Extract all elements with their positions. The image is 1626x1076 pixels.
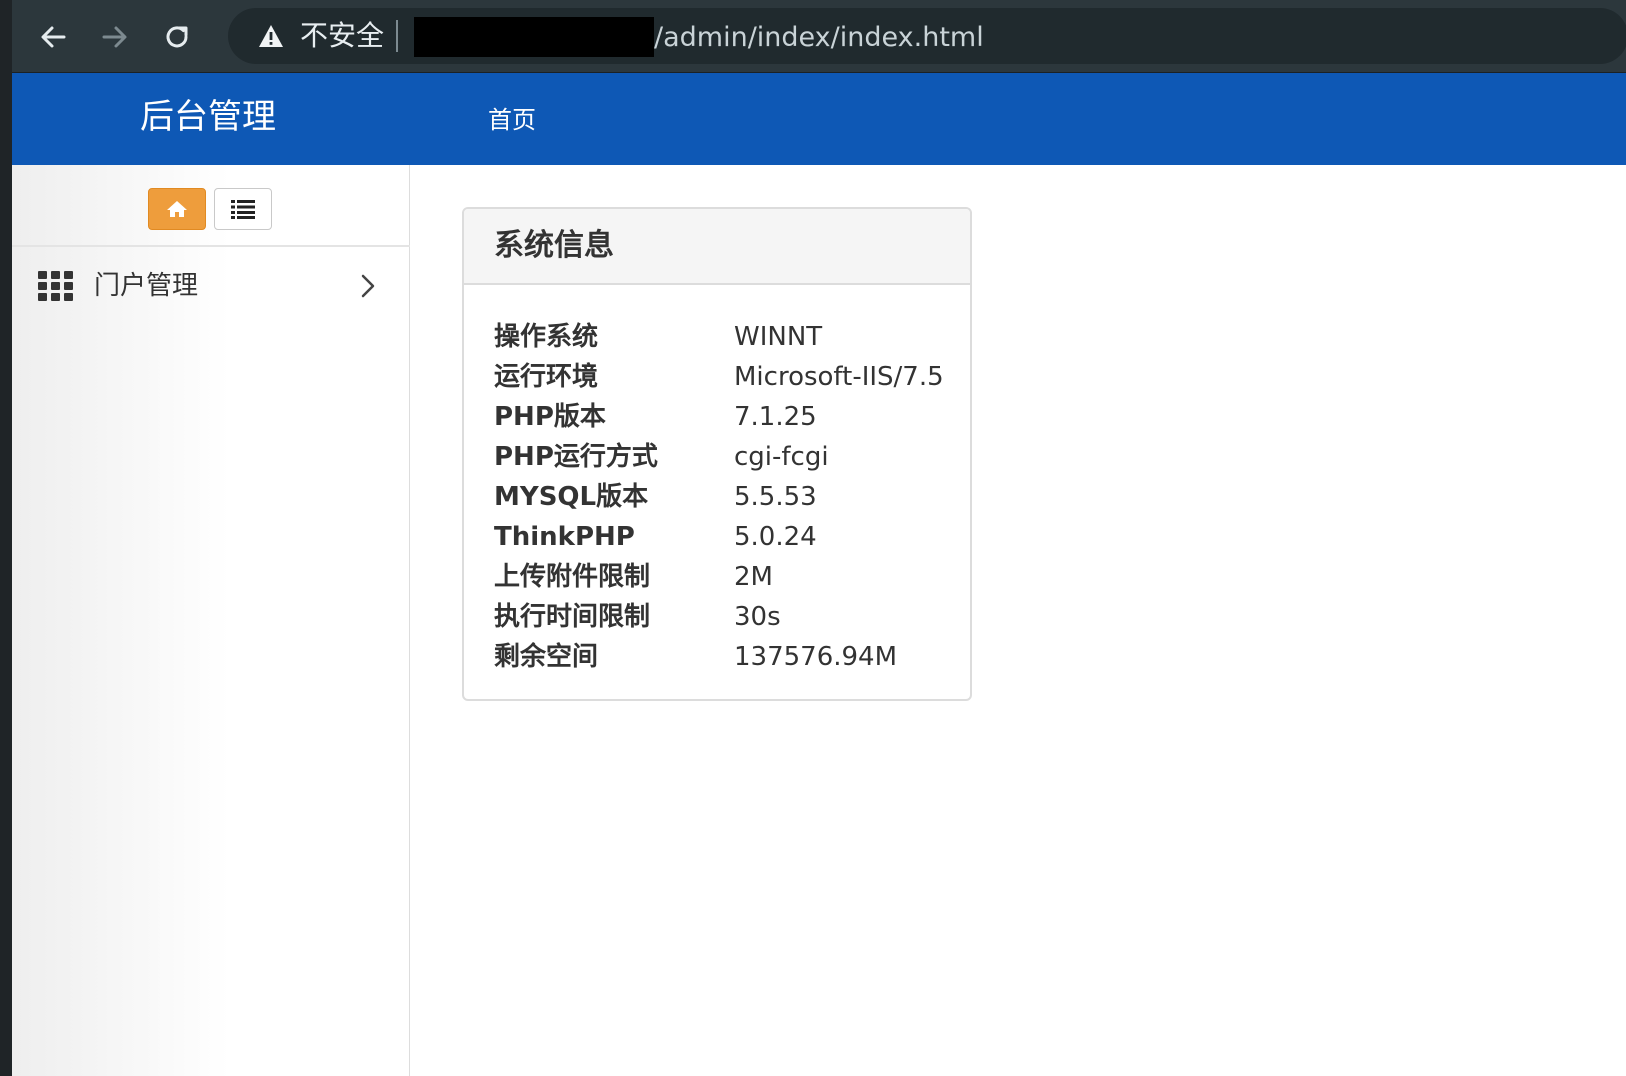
home-icon	[167, 201, 187, 217]
system-info-table: 操作系统 WINNT 运行环境 Microsoft-IIS/7.5 PHP版本 …	[494, 321, 954, 681]
info-row: 剩余空间 137576.94M	[494, 641, 954, 681]
info-row: 执行时间限制 30s	[494, 601, 954, 641]
info-value: 2M	[734, 562, 773, 592]
sidebar-item-label: 门户管理	[94, 271, 199, 301]
info-value: Microsoft-IIS/7.5	[734, 362, 944, 392]
info-label: 操作系统	[494, 322, 599, 352]
info-label: 剩余空间	[494, 642, 599, 672]
reload-icon	[166, 26, 188, 48]
arrow-left-icon	[41, 26, 66, 48]
arrow-right-icon	[102, 26, 127, 48]
list-button[interactable]	[214, 188, 272, 230]
info-label: PHP版本	[494, 402, 606, 432]
security-status-label[interactable]: 不安全	[300, 22, 384, 50]
panel-heading: 系统信息	[464, 209, 970, 285]
info-label: MYSQL版本	[494, 482, 649, 512]
sidebar-item-portal-management[interactable]: 门户管理	[12, 247, 410, 331]
info-value: 30s	[734, 602, 781, 632]
chevron-right-icon[interactable]	[360, 273, 376, 299]
browser-toolbar: 不安全 /admin/index/index.html	[12, 0, 1626, 73]
address-separator	[396, 20, 398, 52]
panel-title: 系统信息	[494, 228, 614, 263]
info-row: PHP版本 7.1.25	[494, 401, 954, 441]
info-label: 运行环境	[494, 362, 599, 392]
app-header: 后台管理 首页	[12, 73, 1626, 165]
top-nav-home-link[interactable]: 首页	[488, 107, 536, 133]
forward-button[interactable]	[98, 20, 132, 54]
warning-icon	[259, 25, 283, 47]
back-button[interactable]	[36, 20, 70, 54]
list-icon	[231, 200, 255, 219]
info-value: cgi-fcgi	[734, 442, 829, 472]
main-content: 系统信息 操作系统 WINNT 运行环境 Microsoft-IIS/7.5 P…	[410, 165, 1626, 1076]
info-value: WINNT	[734, 322, 823, 352]
info-value: 7.1.25	[734, 402, 817, 432]
info-row: 操作系统 WINNT	[494, 321, 954, 361]
sidebar: 门户管理	[12, 165, 410, 1076]
info-value: 137576.94M	[734, 642, 898, 672]
info-label: 上传附件限制	[494, 562, 651, 592]
info-row: 上传附件限制 2M	[494, 561, 954, 601]
address-bar[interactable]: 不安全 /admin/index/index.html	[228, 8, 1626, 64]
app-title[interactable]: 后台管理	[140, 99, 276, 135]
info-label: ThinkPHP	[494, 522, 635, 552]
info-value: 5.0.24	[734, 522, 817, 552]
window-left-edge	[0, 0, 12, 1076]
info-row: PHP运行方式 cgi-fcgi	[494, 441, 954, 481]
info-value: 5.5.53	[734, 482, 817, 512]
info-label: PHP运行方式	[494, 442, 658, 472]
info-row: ThinkPHP 5.0.24	[494, 521, 954, 561]
info-row: 运行环境 Microsoft-IIS/7.5	[494, 361, 954, 401]
system-info-panel: 系统信息 操作系统 WINNT 运行环境 Microsoft-IIS/7.5 P…	[462, 207, 972, 701]
sidebar-toolbar	[12, 165, 410, 247]
home-button[interactable]	[148, 188, 206, 230]
url-path[interactable]: /admin/index/index.html	[654, 24, 984, 51]
reload-button[interactable]	[160, 20, 194, 54]
grid-icon	[38, 271, 73, 301]
redacted-host	[414, 17, 654, 57]
info-label: 执行时间限制	[494, 602, 651, 632]
info-row: MYSQL版本 5.5.53	[494, 481, 954, 521]
